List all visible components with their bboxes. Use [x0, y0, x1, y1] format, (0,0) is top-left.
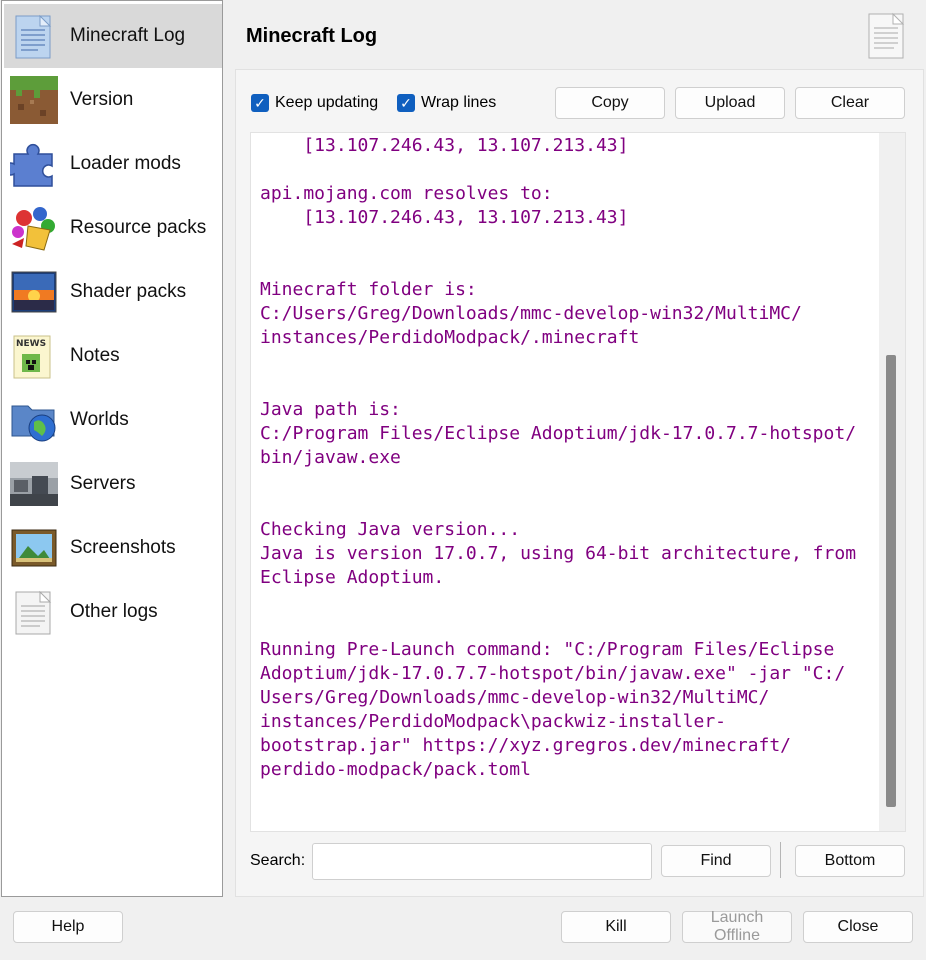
picture-icon [10, 524, 58, 572]
sidebar-item-version[interactable]: Version [4, 68, 222, 132]
checkmark-icon: ✓ [397, 94, 415, 112]
help-button[interactable]: Help [13, 911, 123, 943]
sidebar-item-label: Notes [70, 345, 120, 366]
document-icon [866, 12, 908, 60]
search-label: Search: [250, 852, 306, 869]
sidebar-item-label: Resource packs [70, 217, 207, 238]
log-line: Checking Java version... [260, 519, 521, 540]
log-line: [13.107.246.43, 13.107.213.43] [260, 207, 629, 228]
upload-button[interactable]: Upload [675, 87, 785, 119]
log-line: Eclipse Adoptium. [260, 567, 445, 588]
divider [780, 842, 781, 878]
sidebar-item-label: Minecraft Log [70, 25, 186, 46]
clear-button[interactable]: Clear [795, 87, 905, 119]
sidebar-item-label: Loader mods [70, 153, 181, 174]
search-input[interactable] [312, 843, 652, 880]
wrap-lines-checkbox[interactable]: ✓ Wrap lines [397, 94, 496, 112]
log-line: Minecraft folder is: [260, 279, 477, 300]
scrollbar-thumb[interactable] [886, 355, 896, 807]
log-line: Java is version 17.0.7, using 64-bit arc… [260, 543, 857, 564]
log-line: C:/Program Files/Eclipse Adoptium/jdk-17… [260, 423, 857, 444]
document-icon [10, 588, 58, 636]
globe-folder-icon [10, 396, 58, 444]
sidebar: Minecraft Log Version Loader mods Resour… [1, 0, 223, 897]
log-line: instances/PerdidoModpack/.minecraft [260, 327, 640, 348]
log-icon [10, 12, 58, 60]
server-icon [10, 460, 58, 508]
sidebar-item-label: Version [70, 89, 134, 110]
log-line: [13.107.246.43, 13.107.213.43] [260, 135, 629, 156]
log-line: perdido-modpack/pack.toml [260, 759, 531, 780]
log-line: Java path is: [260, 399, 401, 420]
sidebar-item-label: Screenshots [70, 537, 176, 558]
log-output[interactable]: [13.107.246.43, 13.107.213.43] api.mojang… [250, 132, 906, 832]
wrap-lines-label: Wrap lines [421, 94, 497, 111]
kill-button[interactable]: Kill [561, 911, 671, 943]
news-icon: NEWS [10, 332, 58, 380]
scrollbar[interactable] [879, 133, 905, 831]
sidebar-item-servers[interactable]: Servers [4, 452, 222, 516]
log-line: bootstrap.jar" https://xyz.gregros.dev/m… [260, 735, 792, 756]
paint-bucket-icon [10, 204, 58, 252]
log-line: Users/Greg/Downloads/mmc-develop-win32/M… [260, 687, 770, 708]
log-line: bin/javaw.exe [260, 447, 401, 468]
svg-text:NEWS: NEWS [16, 339, 46, 349]
log-line: api.mojang.com resolves to: [260, 183, 553, 204]
checkmark-icon: ✓ [251, 94, 269, 112]
sidebar-item-screenshots[interactable]: Screenshots [4, 516, 222, 580]
bottom-button[interactable]: Bottom [795, 845, 905, 877]
sidebar-item-worlds[interactable]: Worlds [4, 388, 222, 452]
sidebar-item-resource-packs[interactable]: Resource packs [4, 196, 222, 260]
sidebar-item-loader-mods[interactable]: Loader mods [4, 132, 222, 196]
find-button[interactable]: Find [661, 845, 771, 877]
sidebar-item-other-logs[interactable]: Other logs [4, 580, 222, 644]
copy-button[interactable]: Copy [555, 87, 665, 119]
page-title: Minecraft Log [246, 25, 378, 47]
sidebar-item-label: Worlds [70, 409, 129, 430]
close-button[interactable]: Close [803, 911, 913, 943]
log-line: Adoptium/jdk-17.0.7.7-hotspot/bin/javaw.… [260, 663, 846, 684]
sunset-icon [10, 268, 58, 316]
log-line: Running Pre-Launch command: "C:/Program … [260, 639, 835, 660]
grass-block-icon [10, 76, 58, 124]
sidebar-item-label: Other logs [70, 601, 158, 622]
keep-updating-label: Keep updating [275, 94, 379, 111]
sidebar-item-minecraft-log[interactable]: Minecraft Log [4, 4, 222, 68]
keep-updating-checkbox[interactable]: ✓ Keep updating [251, 94, 378, 112]
launch-offline-button[interactable]: Launch Offline [682, 909, 792, 944]
log-line: C:/Users/Greg/Downloads/mmc-develop-win3… [260, 303, 802, 324]
sidebar-item-label: Shader packs [70, 281, 187, 302]
sidebar-item-notes[interactable]: NEWS Notes [4, 324, 222, 388]
sidebar-item-shader-packs[interactable]: Shader packs [4, 260, 222, 324]
log-line: instances/PerdidoModpack\packwiz-install… [260, 711, 726, 732]
puzzle-icon [4, 140, 58, 188]
sidebar-item-label: Servers [70, 473, 136, 494]
